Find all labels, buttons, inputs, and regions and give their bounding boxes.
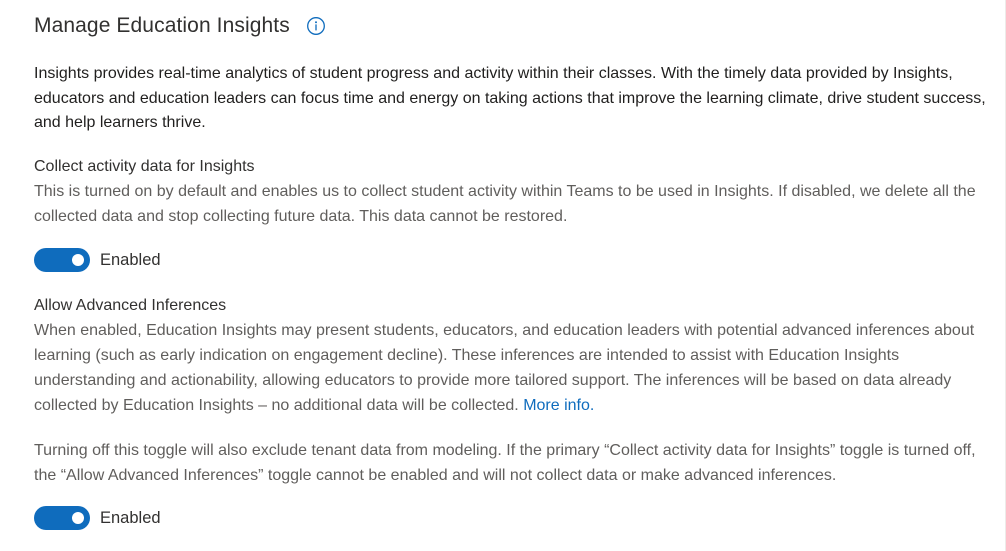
collect-section-description: This is turned on by default and enables… bbox=[34, 183, 976, 225]
inferences-note: Turning off this toggle will also exclud… bbox=[34, 442, 976, 484]
inferences-toggle-label: Enabled bbox=[100, 508, 161, 527]
toggle-knob bbox=[72, 512, 84, 524]
collect-toggle-label: Enabled bbox=[100, 250, 161, 269]
inferences-section-description: When enabled, Education Insights may pre… bbox=[34, 318, 984, 418]
toggle-knob bbox=[72, 254, 84, 266]
info-circle-icon[interactable] bbox=[306, 16, 326, 36]
advanced-inferences-toggle[interactable] bbox=[34, 506, 90, 530]
collect-section-title: Collect activity data for Insights bbox=[34, 158, 255, 175]
collect-activity-toggle[interactable] bbox=[34, 248, 90, 272]
inferences-toggle-row: Enabled bbox=[34, 506, 161, 530]
page-title: Manage Education Insights bbox=[34, 14, 290, 37]
settings-panel: Manage Education Insights Insights provi… bbox=[0, 0, 1006, 551]
inferences-section-title: Allow Advanced Inferences bbox=[34, 297, 227, 314]
inferences-description-text: When enabled, Education Insights may pre… bbox=[34, 322, 975, 414]
collect-toggle-row: Enabled bbox=[34, 248, 161, 272]
more-info-link[interactable]: More info. bbox=[523, 397, 594, 414]
page-header: Manage Education Insights bbox=[34, 14, 326, 38]
intro-text: Insights provides real-time analytics of… bbox=[34, 65, 986, 131]
